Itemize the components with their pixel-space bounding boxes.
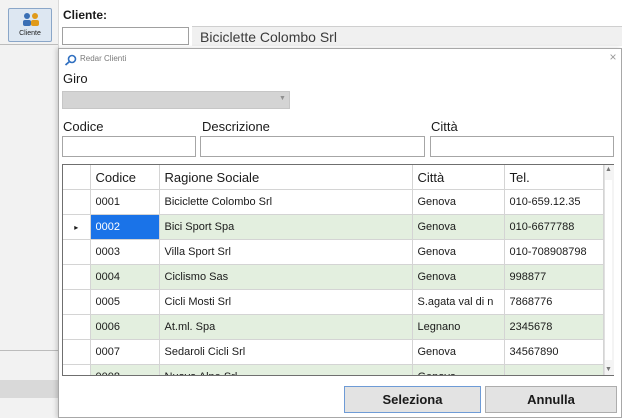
table-row[interactable]: 0005 Cicli Mosti Srl S.agata val di n 78687… — [63, 289, 604, 315]
cell-ragione[interactable]: Nuova Alpe Srl — [159, 364, 413, 375]
descrizione-filter-input[interactable] — [200, 136, 425, 157]
cell-codice[interactable]: 0007 — [90, 339, 160, 365]
left-panel-divider — [0, 44, 58, 45]
cell-ragione[interactable]: Cicli Mosti Srl — [159, 289, 413, 315]
cliente-name-field: Biciclette Colombo Srl — [192, 26, 622, 46]
cell-citta[interactable]: Genova — [412, 339, 505, 365]
cliente-toolbar-button[interactable]: Cliente — [8, 8, 52, 42]
left-panel-footer — [0, 380, 58, 398]
cell-codice[interactable]: 0005 — [90, 289, 160, 315]
row-header[interactable] — [63, 239, 91, 265]
left-panel-divider — [0, 350, 58, 351]
cell-tel[interactable]: 2345678 — [504, 314, 604, 340]
cliente-code-input[interactable] — [62, 27, 189, 45]
codice-filter-label: Codice — [63, 119, 104, 134]
row-header[interactable] — [63, 189, 91, 215]
table-row[interactable]: 0006 At.ml. Spa Legnano 2345678 — [63, 314, 604, 340]
codice-filter-input[interactable] — [62, 136, 196, 157]
scroll-down-icon[interactable]: ▼ — [604, 366, 613, 373]
cell-codice[interactable]: 0006 — [90, 314, 160, 340]
cell-ragione[interactable]: Ciclismo Sas — [159, 264, 413, 290]
table-header-row: Codice Ragione Sociale Città Tel. — [63, 165, 604, 190]
citta-filter-input[interactable] — [430, 136, 614, 157]
cell-tel[interactable]: 010-659.12.35 — [504, 189, 604, 215]
cell-tel[interactable]: 7868776 — [504, 289, 604, 315]
column-header-tel[interactable]: Tel. — [504, 165, 604, 190]
cell-codice[interactable]: 0001 — [90, 189, 160, 215]
cell-citta[interactable]: Genova — [412, 264, 505, 290]
cell-tel[interactable]: 010-6677788 — [504, 214, 604, 240]
citta-filter-label: Città — [431, 119, 458, 134]
left-toolbar-panel — [0, 0, 59, 418]
search-icon — [64, 53, 78, 66]
clients-grid[interactable]: Codice Ragione Sociale Città Tel. 0001 Bi… — [62, 164, 614, 376]
cell-tel[interactable]: 998877 — [504, 264, 604, 290]
cliente-title: Cliente: — [63, 8, 108, 22]
cell-ragione[interactable]: At.ml. Spa — [159, 314, 413, 340]
cell-tel[interactable]: 010-708908798 — [504, 239, 604, 265]
column-header-citta[interactable]: Città — [412, 165, 505, 190]
cell-ragione[interactable]: Bici Sport Spa — [159, 214, 413, 240]
people-icon — [21, 11, 41, 27]
table-row[interactable]: ▸ 0002 Bici Sport Spa Genova 010-6677788 — [63, 214, 604, 240]
cell-tel[interactable]: 34567890 — [504, 339, 604, 365]
giro-select[interactable] — [62, 91, 290, 109]
row-header[interactable] — [63, 314, 91, 340]
cell-tel[interactable] — [504, 364, 604, 375]
table-row[interactable]: 0004 Ciclismo Sas Genova 998877 — [63, 264, 604, 290]
cell-citta[interactable]: Genova — [412, 239, 505, 265]
row-header[interactable] — [63, 289, 91, 315]
row-header[interactable]: ▸ — [63, 214, 91, 240]
scrollbar-thumb[interactable] — [605, 180, 612, 360]
row-header[interactable] — [63, 339, 91, 365]
cell-ragione[interactable]: Sedaroli Cicli Srl — [159, 339, 413, 365]
cell-citta[interactable]: Genova — [412, 214, 505, 240]
cell-codice[interactable]: 0003 — [90, 239, 160, 265]
table-row[interactable]: 0003 Villa Sport Srl Genova 010-708908798 — [63, 239, 604, 265]
table-row[interactable]: 0001 Biciclette Colombo Srl Genova 010-659.… — [63, 189, 604, 215]
cell-ragione[interactable]: Biciclette Colombo Srl — [159, 189, 413, 215]
cell-codice[interactable]: 0004 — [90, 264, 160, 290]
cell-ragione[interactable]: Villa Sport Srl — [159, 239, 413, 265]
column-header-ragione-sociale[interactable]: Ragione Sociale — [159, 165, 413, 190]
chevron-down-icon[interactable]: ▼ — [279, 95, 286, 102]
row-header[interactable] — [63, 264, 91, 290]
table-row[interactable]: 0007 Sedaroli Cicli Srl Genova 34567890 — [63, 339, 604, 365]
annulla-button[interactable]: Annulla — [485, 386, 617, 413]
cell-citta[interactable]: S.agata val di n — [412, 289, 505, 315]
row-header-corner — [63, 165, 91, 190]
giro-label: Giro — [63, 71, 88, 86]
close-icon[interactable]: × — [606, 50, 620, 64]
cell-codice[interactable]: 0002 — [90, 214, 160, 240]
descrizione-filter-label: Descrizione — [202, 119, 270, 134]
column-header-codice[interactable]: Codice — [90, 165, 160, 190]
clients-table: Codice Ragione Sociale Città Tel. 0001 Bi… — [63, 165, 604, 375]
row-header[interactable] — [63, 364, 91, 375]
cell-codice[interactable]: 0008 — [90, 364, 160, 375]
scroll-up-icon[interactable]: ▲ — [604, 166, 613, 173]
dialog-title: Redar Clienti — [80, 54, 127, 63]
table-row[interactable]: 0008Nuova Alpe SrlGenova — [63, 364, 604, 375]
cell-citta[interactable]: Legnano — [412, 314, 505, 340]
cell-citta[interactable]: Genova — [412, 364, 505, 375]
cliente-button-label: Cliente — [19, 30, 41, 37]
cell-citta[interactable]: Genova — [412, 189, 505, 215]
seleziona-button[interactable]: Seleziona — [344, 386, 481, 413]
